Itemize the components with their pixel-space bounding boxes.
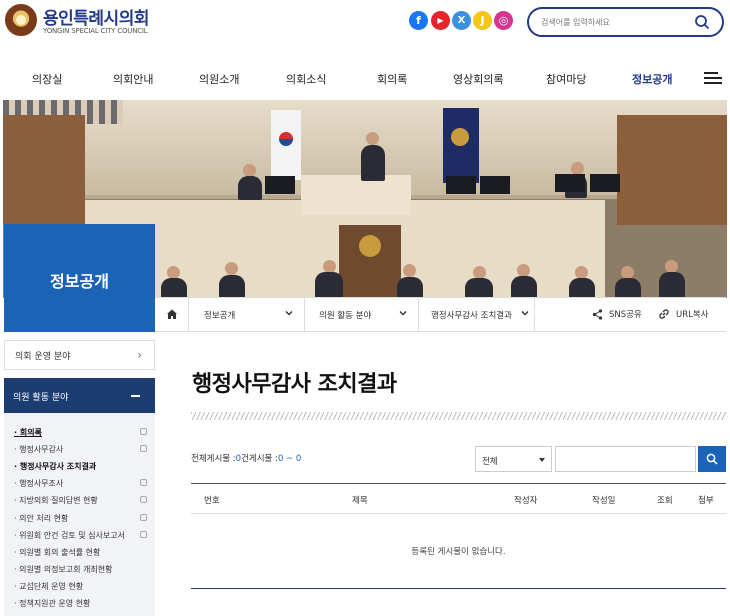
submenu-item-investigation[interactable]: · 행정사무조사 <box>14 478 63 489</box>
sidebar-group-member-activity[interactable]: 의원 활동 분야 <box>4 378 155 413</box>
x-icon[interactable]: X <box>452 11 471 30</box>
search-category-select[interactable]: 전체 <box>475 446 552 472</box>
breadcrumb-dropdown-2[interactable]: 의원 활동 분야 <box>305 298 419 331</box>
nav-item-participation[interactable]: 참여마당 <box>546 71 586 87</box>
external-link-icon <box>140 445 147 452</box>
submenu-item-minutes[interactable]: · 회의록 <box>14 427 42 438</box>
chevron-right-icon: › <box>137 348 142 362</box>
breadcrumb: 정보공개 의원 활동 분야 행정사무감사 조치결과 SNS공유 URL복사 <box>155 297 726 332</box>
sidebar-group-label: 의원 활동 분야 <box>13 393 69 403</box>
sidebar-submenu: · 회의록 · 행정사무감사 · 행정사무감사 조치결과 · 행정사무조사 · … <box>4 413 155 616</box>
nav-item-information[interactable]: 정보공개 <box>632 71 672 87</box>
keyword-field[interactable] <box>555 446 696 472</box>
breadcrumb-dropdown-3[interactable]: 행정사무감사 조치결과 <box>419 298 535 331</box>
external-link-icon <box>140 428 147 435</box>
post-count: 전체게시물 :0건게시물 :0 ~ 0 <box>191 454 302 464</box>
search-input[interactable] <box>541 15 691 30</box>
breadcrumb-label: 행정사무감사 조치결과 <box>431 311 512 321</box>
nav-item-about[interactable]: 의회안내 <box>113 71 153 87</box>
empty-message: 등록된 게시물이 없습니다. <box>411 547 506 557</box>
link-icon <box>659 309 669 319</box>
submenu-item-committee-reports[interactable]: · 위원회 안건 검토 및 심사보고서 <box>14 530 125 541</box>
instagram-icon[interactable]: ◎ <box>494 11 513 30</box>
submenu-item-negotiation-groups[interactable]: · 교섭단체 운영 현황 <box>14 581 83 592</box>
column-number: 번호 <box>204 496 220 506</box>
submenu-item-bill-status[interactable]: · 의안 처리 현황 <box>14 513 68 524</box>
breadcrumb-label: 의원 활동 분야 <box>319 311 372 321</box>
url-copy-button[interactable]: URL복사 <box>676 308 709 320</box>
column-date: 작성일 <box>592 496 616 506</box>
section-title: 정보공개 <box>50 272 109 291</box>
column-attachment: 첨부 <box>698 496 714 506</box>
breadcrumb-dropdown-1[interactable]: 정보공개 <box>190 298 305 331</box>
table-body: 등록된 게시물이 없습니다. <box>191 514 726 589</box>
search-box <box>527 7 724 37</box>
external-link-icon <box>140 479 147 486</box>
search-button[interactable] <box>698 446 726 472</box>
sns-share-button[interactable]: SNS공유 <box>609 308 642 320</box>
nav-item-video-minutes[interactable]: 영상회의록 <box>453 71 504 87</box>
youtube-icon[interactable]: ▶ <box>431 11 450 30</box>
dropdown-arrow-icon <box>539 458 545 462</box>
submenu-item-policy-support[interactable]: · 정책지원관 운영 현황 <box>14 598 90 609</box>
column-views: 조회 <box>657 496 673 506</box>
chevron-down-icon <box>399 311 407 316</box>
section-title-panel: 정보공개 <box>4 224 155 332</box>
select-value: 전체 <box>482 457 498 467</box>
table-header: 번호 제목 작성자 작성일 조회 첨부 <box>191 483 726 514</box>
column-author: 작성자 <box>514 496 538 506</box>
main-navigation: 의장실 의회안내 의원소개 의회소식 회의록 영상회의록 참여마당 정보공개 <box>0 56 730 100</box>
site-header: 용인특례시의회 YONGIN SPECIAL CITY COUNCIL f ▶ … <box>0 0 730 46</box>
chevron-down-icon <box>521 311 529 316</box>
share-icon <box>592 309 603 320</box>
sidebar-item-label: 의회 운영 분야 <box>15 352 71 362</box>
collapse-icon <box>131 395 140 397</box>
breadcrumb-label: 정보공개 <box>204 311 236 321</box>
kakaostory-icon[interactable]: J <box>473 11 492 30</box>
home-icon <box>167 309 177 319</box>
sidebar-item-council-operation[interactable]: 의회 운영 분야 › <box>4 340 155 370</box>
home-button[interactable] <box>155 298 189 331</box>
nav-item-news[interactable]: 의회소식 <box>286 71 326 87</box>
nav-item-minutes[interactable]: 회의록 <box>377 71 407 87</box>
full-menu-icon[interactable] <box>704 72 722 84</box>
submenu-item-audit[interactable]: · 행정사무감사 <box>14 444 63 455</box>
column-title: 제목 <box>352 496 368 506</box>
external-link-icon <box>140 514 147 521</box>
council-emblem-logo[interactable] <box>5 4 37 36</box>
submenu-item-attendance[interactable]: · 의원별 회의 출석률 현황 <box>14 547 100 558</box>
site-title[interactable]: 용인특례시의회 <box>43 4 149 29</box>
nav-item-members[interactable]: 의원소개 <box>199 71 239 87</box>
search-icon[interactable] <box>694 14 710 30</box>
page-title: 행정사무감사 조치결과 <box>192 372 397 397</box>
submenu-item-briefings[interactable]: · 의원별 의정보고회 개최현황 <box>14 564 113 575</box>
facebook-icon[interactable]: f <box>409 11 428 30</box>
submenu-item-audit-results[interactable]: · 행정사무감사 조치결과 <box>14 461 96 472</box>
keyword-input[interactable] <box>556 447 695 471</box>
korean-flag-icon <box>271 110 301 180</box>
chevron-down-icon <box>285 311 293 316</box>
search-icon <box>706 453 718 465</box>
submenu-item-qa-status[interactable]: · 지방의회 질의답변 현황 <box>14 495 98 506</box>
nav-item-chairman[interactable]: 의장실 <box>32 71 62 87</box>
external-link-icon <box>140 496 147 503</box>
title-divider <box>191 412 726 420</box>
site-subtitle: YONGIN SPECIAL CITY COUNCIL <box>43 27 148 35</box>
council-flag-icon <box>443 108 479 183</box>
external-link-icon <box>140 531 147 538</box>
